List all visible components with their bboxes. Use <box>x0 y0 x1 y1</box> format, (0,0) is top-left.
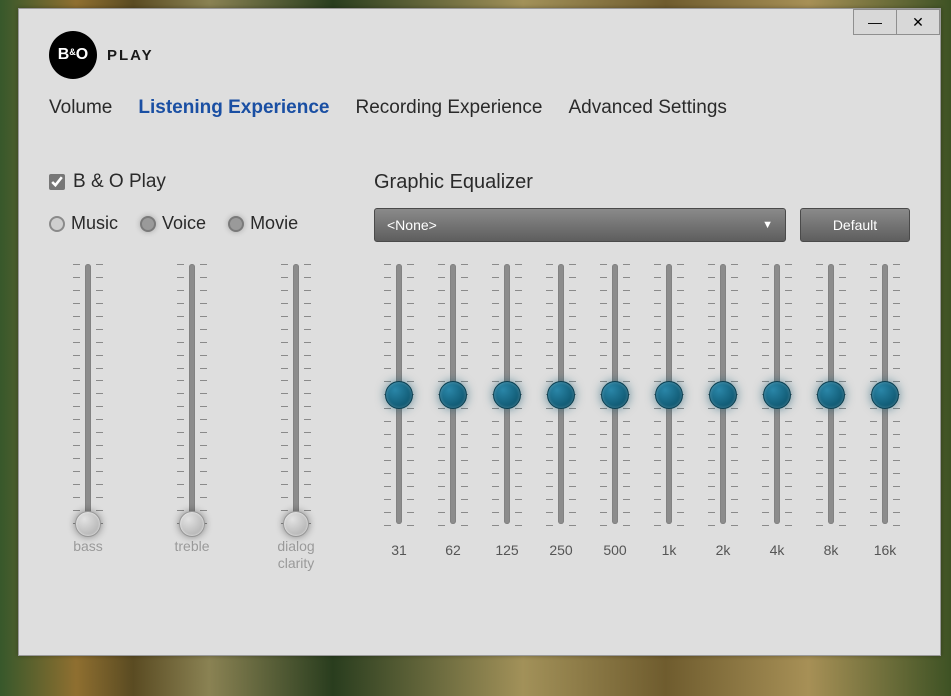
slider-ticks <box>281 264 311 524</box>
mode-voice[interactable]: Voice <box>140 213 206 234</box>
brand-logo-icon: B&O <box>49 31 97 79</box>
slider-label: dialog clarity <box>261 538 331 572</box>
eq-band-500[interactable]: 500 <box>592 264 638 558</box>
brand-name: PLAY <box>107 47 154 64</box>
tab-listening-experience[interactable]: Listening Experience <box>138 97 329 119</box>
slider-treble[interactable]: treble <box>157 264 227 572</box>
eq-band-2k[interactable]: 2k <box>700 264 746 558</box>
chevron-down-icon: ▼ <box>762 219 773 231</box>
eq-freq-label: 31 <box>391 542 407 558</box>
slider-label: bass <box>73 538 103 555</box>
radio-icon <box>49 216 65 232</box>
preset-row: <None> ▼ Default <box>374 208 910 242</box>
enable-bo-play-row: B & O Play <box>49 171 354 193</box>
default-button[interactable]: Default <box>800 208 910 242</box>
eq-band-62[interactable]: 62 <box>430 264 476 558</box>
radio-icon <box>228 216 244 232</box>
eq-knob[interactable] <box>817 381 845 409</box>
eq-freq-label: 16k <box>874 542 897 558</box>
radio-icon <box>140 216 156 232</box>
minimize-button[interactable]: — <box>853 9 897 35</box>
mode-music[interactable]: Music <box>49 213 118 234</box>
eq-freq-label: 250 <box>549 542 572 558</box>
eq-freq-label: 4k <box>770 542 785 558</box>
mode-movie[interactable]: Movie <box>228 213 298 234</box>
eq-knob[interactable] <box>763 381 791 409</box>
eq-knob[interactable] <box>385 381 413 409</box>
enable-bo-play-label: B & O Play <box>73 171 166 193</box>
slider-dialog-clarity[interactable]: dialog clarity <box>261 264 331 572</box>
tab-volume[interactable]: Volume <box>49 97 112 119</box>
eq-knob[interactable] <box>655 381 683 409</box>
eq-knob[interactable] <box>709 381 737 409</box>
eq-band-250[interactable]: 250 <box>538 264 584 558</box>
app-window: — ✕ B&O PLAY Volume Listening Experience… <box>18 8 941 656</box>
eq-freq-label: 1k <box>662 542 677 558</box>
slider-ticks <box>73 264 103 524</box>
eq-band-16k[interactable]: 16k <box>862 264 908 558</box>
eq-band-31[interactable]: 31 <box>376 264 422 558</box>
tone-sliders: bass treble dialog cla <box>49 264 354 572</box>
slider-ticks <box>177 264 207 524</box>
eq-freq-label: 500 <box>603 542 626 558</box>
eq-knob[interactable] <box>493 381 521 409</box>
tab-recording-experience[interactable]: Recording Experience <box>356 97 543 119</box>
slider-knob[interactable] <box>179 511 205 537</box>
eq-band-1k[interactable]: 1k <box>646 264 692 558</box>
eq-freq-label: 62 <box>445 542 461 558</box>
content: B & O Play Music Voice Movie <box>19 137 940 655</box>
mode-label: Music <box>71 213 118 234</box>
eq-band-4k[interactable]: 4k <box>754 264 800 558</box>
eq-knob[interactable] <box>439 381 467 409</box>
eq-band-125[interactable]: 125 <box>484 264 530 558</box>
left-panel: B & O Play Music Voice Movie <box>49 171 354 635</box>
close-button[interactable]: ✕ <box>896 9 940 35</box>
eq-band-8k[interactable]: 8k <box>808 264 854 558</box>
titlebar: — ✕ <box>854 9 940 35</box>
preset-selected: <None> <box>387 217 437 233</box>
slider-knob[interactable] <box>283 511 309 537</box>
enable-bo-play-checkbox[interactable] <box>49 174 65 190</box>
eq-freq-label: 125 <box>495 542 518 558</box>
eq-band-set: 31 62 125 250 500 <box>374 264 910 558</box>
mode-radio-group: Music Voice Movie <box>49 213 354 234</box>
eq-knob[interactable] <box>547 381 575 409</box>
mode-label: Movie <box>250 213 298 234</box>
slider-knob[interactable] <box>75 511 101 537</box>
tab-advanced-settings[interactable]: Advanced Settings <box>568 97 726 119</box>
brand: B&O PLAY <box>19 9 940 93</box>
equalizer-panel: Graphic Equalizer <None> ▼ Default 31 62 <box>374 171 910 635</box>
equalizer-title: Graphic Equalizer <box>374 171 910 194</box>
eq-freq-label: 2k <box>716 542 731 558</box>
main-tabs: Volume Listening Experience Recording Ex… <box>19 93 940 137</box>
preset-dropdown[interactable]: <None> ▼ <box>374 208 786 242</box>
mode-label: Voice <box>162 213 206 234</box>
slider-label: treble <box>174 538 209 555</box>
eq-freq-label: 8k <box>824 542 839 558</box>
eq-knob[interactable] <box>871 381 899 409</box>
slider-bass[interactable]: bass <box>53 264 123 572</box>
eq-knob[interactable] <box>601 381 629 409</box>
